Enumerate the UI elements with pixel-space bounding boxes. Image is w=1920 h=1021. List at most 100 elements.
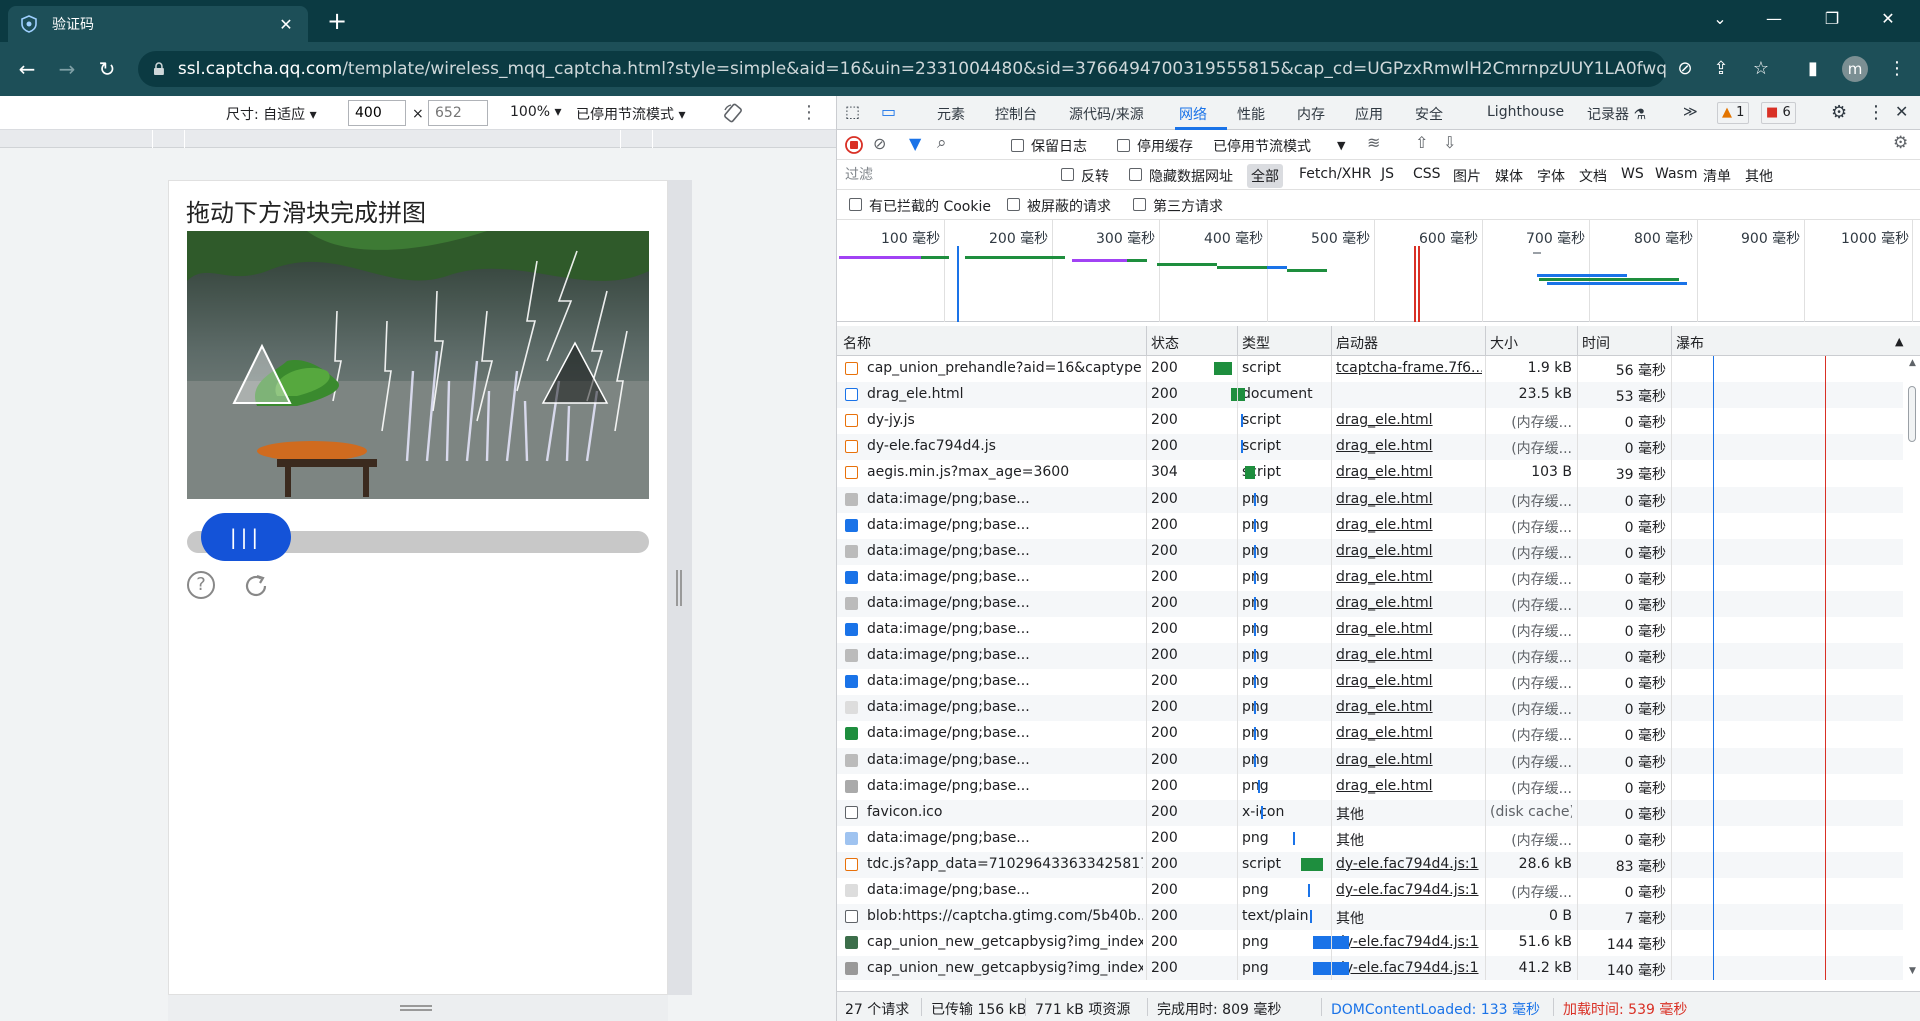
filter-type-all[interactable]: 全部: [1247, 164, 1283, 188]
table-row[interactable]: drag_ele.html 200 document 23.5 kB 53 毫秒: [837, 382, 1920, 409]
request-name[interactable]: data:image/png;base...: [867, 647, 1143, 663]
throttle-chevron-icon[interactable]: ▼: [1337, 139, 1345, 152]
filter-input[interactable]: 过滤: [841, 163, 1051, 187]
invert-checkbox[interactable]: [1061, 168, 1074, 181]
help-question-icon[interactable]: ?: [187, 571, 215, 599]
tab-console[interactable]: 控制台: [995, 104, 1037, 124]
filter-type-other[interactable]: 其他: [1745, 166, 1773, 186]
request-initiator[interactable]: 其他: [1336, 830, 1482, 850]
search-icon[interactable]: ⌕: [937, 133, 947, 153]
request-initiator[interactable]: drag_ele.html: [1336, 464, 1482, 480]
request-initiator[interactable]: drag_ele.html: [1336, 621, 1482, 637]
network-overview-timeline[interactable]: 100 毫秒 200 毫秒 300 毫秒 400 毫秒 500 毫秒 600 毫…: [837, 220, 1920, 322]
tab-application[interactable]: 应用: [1355, 104, 1383, 124]
rotate-icon[interactable]: [722, 102, 744, 124]
request-name[interactable]: blob:https://captcha.gtimg.com/5b40b...: [867, 908, 1143, 924]
slider-handle[interactable]: |||: [201, 513, 291, 561]
back-arrow-icon[interactable]: ←: [12, 54, 42, 84]
column-name[interactable]: 名称: [843, 333, 871, 353]
table-row[interactable]: dy-ele.fac794d4.js 200 script drag_ele.html…: [837, 434, 1920, 461]
filter-type-fetch[interactable]: Fetch/XHR: [1299, 166, 1372, 182]
reload-icon[interactable]: ↻: [92, 54, 122, 84]
table-row[interactable]: data:image/png;base...200pngdrag_ele.htm…: [837, 590, 1920, 617]
request-name[interactable]: data:image/png;base...: [867, 882, 1143, 898]
tab-close-icon[interactable]: ✕: [276, 15, 296, 34]
table-row[interactable]: cap_union_prehandle?aid=16&captype... 200…: [837, 356, 1920, 382]
table-row[interactable]: data:image/png;base...200pngdrag_ele.htm…: [837, 669, 1920, 695]
request-initiator[interactable]: drag_ele.html: [1336, 647, 1482, 663]
request-name[interactable]: data:image/png;base...: [867, 699, 1143, 715]
table-row[interactable]: data:image/png;base...200pngdrag_ele.htm…: [837, 747, 1920, 774]
bookmark-star-icon[interactable]: ☆: [1748, 56, 1774, 82]
network-conditions-icon[interactable]: ≋: [1367, 133, 1380, 152]
request-name[interactable]: data:image/png;base...: [867, 752, 1143, 768]
request-initiator[interactable]: dy-ele.fac794d4.js:1: [1336, 960, 1482, 976]
filter-type-media[interactable]: 媒体: [1495, 166, 1523, 186]
filter-type-doc[interactable]: 文档: [1579, 166, 1607, 186]
request-initiator[interactable]: drag_ele.html: [1336, 491, 1482, 507]
third-party-checkbox[interactable]: [1133, 198, 1146, 211]
request-name[interactable]: cap_union_prehandle?aid=16&captype...: [867, 360, 1143, 376]
device-more-icon[interactable]: ⋮: [800, 102, 818, 123]
preserve-log-checkbox[interactable]: [1011, 139, 1024, 152]
tab-network[interactable]: 网络: [1179, 104, 1207, 124]
table-row[interactable]: tdc.js?app_data=710296433633425817... 200…: [837, 851, 1920, 878]
request-name[interactable]: data:image/png;base...: [867, 621, 1143, 637]
request-initiator[interactable]: drag_ele.html: [1336, 752, 1482, 768]
tab-search-chevron-icon[interactable]: ⌄: [1700, 4, 1740, 34]
request-initiator[interactable]: drag_ele.html: [1336, 778, 1482, 794]
tab-security[interactable]: 安全: [1415, 104, 1443, 124]
clear-icon[interactable]: ⊘: [873, 134, 886, 153]
viewport-resize-handle[interactable]: [668, 180, 692, 995]
request-name[interactable]: data:image/png;base...: [867, 725, 1143, 741]
tab-lighthouse[interactable]: Lighthouse: [1487, 104, 1564, 120]
devtools-close-icon[interactable]: ✕: [1895, 102, 1908, 121]
table-scrollbar-thumb[interactable]: [1908, 386, 1916, 442]
browser-tab[interactable]: 验证码 ✕: [8, 6, 308, 42]
table-row[interactable]: data:image/png;base... 200 png 其他 (内存缓... 0 毫…: [837, 826, 1920, 852]
forward-arrow-icon[interactable]: →: [52, 54, 82, 84]
request-initiator[interactable]: 其他: [1336, 804, 1482, 824]
request-name[interactable]: data:image/png;base...: [867, 569, 1143, 585]
import-har-icon[interactable]: ⇧: [1415, 133, 1428, 152]
table-row[interactable]: data:image/png;base...200pngdrag_ele.htm…: [837, 565, 1920, 591]
filter-type-css[interactable]: CSS: [1413, 166, 1441, 182]
tab-performance[interactable]: 性能: [1237, 104, 1265, 124]
side-panel-icon[interactable]: ▮: [1800, 56, 1826, 82]
new-tab-plus-icon[interactable]: +: [322, 6, 352, 36]
request-name[interactable]: dy-jy.js: [867, 412, 1143, 428]
eye-off-icon[interactable]: ⊘: [1672, 56, 1698, 82]
viewport-bottom-resize-handle[interactable]: [168, 995, 668, 1021]
export-har-icon[interactable]: ⇩: [1443, 133, 1456, 152]
minimize-icon[interactable]: —: [1754, 4, 1794, 34]
table-row[interactable]: aegis.min.js?max_age=3600 304 script drag_e…: [837, 460, 1920, 486]
table-row[interactable]: favicon.ico 200 x-icon 其他 (disk cache) 0 毫秒: [837, 799, 1920, 826]
device-width-input[interactable]: [348, 100, 406, 126]
url-text[interactable]: ssl.captcha.qq.com/template/wireless_mqq…: [178, 59, 1666, 79]
request-name[interactable]: data:image/png;base...: [867, 673, 1143, 689]
table-row[interactable]: dy-jy.js 200 script drag_ele.html (内存缓... 0 毫…: [837, 408, 1920, 434]
request-initiator[interactable]: 其他: [1336, 908, 1482, 928]
table-row[interactable]: data:image/png;base...200pngdrag_ele.htm…: [837, 774, 1920, 800]
request-initiator[interactable]: drag_ele.html: [1336, 569, 1482, 585]
request-initiator[interactable]: tcaptcha-frame.7f6...: [1336, 360, 1482, 376]
blocked-requests-checkbox[interactable]: [1007, 198, 1020, 211]
profile-avatar[interactable]: m: [1842, 56, 1868, 82]
request-initiator[interactable]: drag_ele.html: [1336, 699, 1482, 715]
zoom-select[interactable]: 100% ▾: [510, 104, 562, 120]
restore-icon[interactable]: ❐: [1812, 4, 1852, 34]
tab-recorder[interactable]: 记录器 ⚗: [1587, 104, 1646, 124]
filter-type-wasm[interactable]: Wasm: [1655, 166, 1697, 182]
column-time[interactable]: 时间: [1582, 333, 1610, 353]
device-size-select[interactable]: 尺寸: 自适应 ▾: [226, 104, 317, 124]
table-row[interactable]: data:image/png;base...200pngdrag_ele.htm…: [837, 513, 1920, 539]
request-name[interactable]: data:image/png;base...: [867, 830, 1143, 846]
filter-type-img[interactable]: 图片: [1453, 166, 1481, 186]
column-type[interactable]: 类型: [1242, 333, 1270, 353]
record-stop-icon[interactable]: [845, 136, 863, 154]
tab-sources[interactable]: 源代码/来源: [1069, 104, 1144, 124]
refresh-icon[interactable]: [241, 571, 271, 601]
request-name[interactable]: dy-ele.fac794d4.js: [867, 438, 1143, 454]
error-badge[interactable]: ■ 6: [1761, 102, 1796, 124]
request-initiator[interactable]: drag_ele.html: [1336, 725, 1482, 741]
